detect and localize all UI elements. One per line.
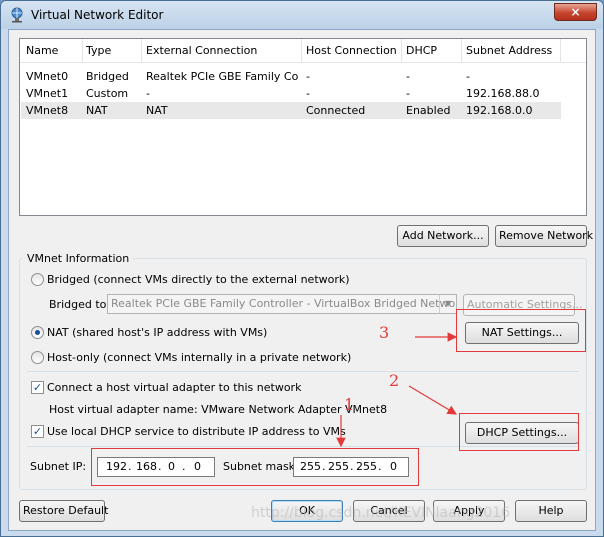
virtual-network-editor-window: Virtual Network Editor × Name Type Exter… [0,0,604,537]
watermark: http://blog.csdn.net/KEVINlaang2016 [251,505,511,521]
annotation-arrows [336,332,458,448]
arrow-to-dhcp [408,385,458,415]
